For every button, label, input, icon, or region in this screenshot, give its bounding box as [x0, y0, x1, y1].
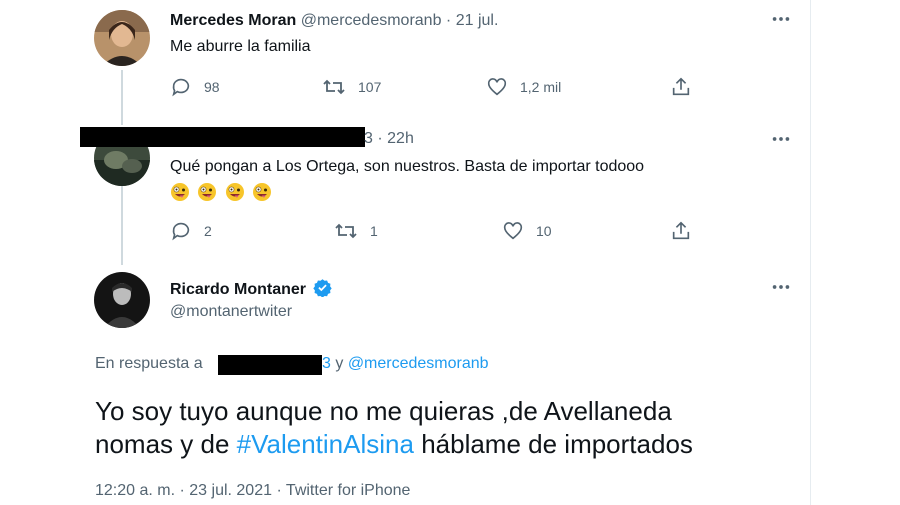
share-button[interactable]: [670, 220, 692, 242]
zany-face-emoji-icon: [197, 182, 217, 202]
handle-fragment: 3: [364, 130, 373, 147]
more-icon[interactable]: [770, 128, 792, 155]
more-icon[interactable]: [770, 276, 792, 303]
avatar-mercedes-moran[interactable]: [94, 10, 150, 66]
like-button[interactable]: 1,2 mil: [486, 76, 561, 98]
column-divider: [810, 0, 811, 505]
more-icon[interactable]: [770, 8, 792, 35]
mention-fragment[interactable]: 3: [322, 355, 331, 372]
reply-count: 98: [204, 79, 220, 95]
retweet-count: 1: [370, 223, 378, 239]
reply-icon: [170, 220, 192, 242]
tweet2-meta: 3 · 22h: [364, 130, 414, 148]
heart-icon: [502, 220, 524, 242]
hashtag-link[interactable]: #ValentinAlsina: [237, 429, 414, 459]
zany-face-emoji-icon: [225, 182, 245, 202]
like-count: 1,2 mil: [520, 79, 562, 95]
reply-button[interactable]: 98: [170, 76, 220, 98]
author-handle[interactable]: @montanertwiter: [170, 303, 292, 321]
tweet-date[interactable]: 21 jul.: [456, 12, 499, 29]
share-button[interactable]: [670, 76, 692, 98]
main-tweet-text-line1: Yo soy tuyo aunque no me quieras ,de Ave…: [95, 396, 672, 426]
main-tweet-text-line2: nomas y de #ValentinAlsina háblame de im…: [95, 428, 693, 461]
author-handle[interactable]: @mercedesmoranb: [301, 12, 442, 29]
separator-dot: ·: [445, 12, 452, 29]
tweet1-header: Mercedes Moran @mercedesmoranb · 21 jul.: [170, 12, 498, 30]
zany-face-emoji-icon: [252, 182, 272, 202]
zany-face-emoji-icon: [170, 182, 190, 202]
retweet-count: 107: [358, 79, 382, 95]
like-button[interactable]: 10: [502, 220, 552, 242]
redacted-mention: [218, 355, 322, 375]
reply-icon: [170, 76, 192, 98]
heart-icon: [486, 76, 508, 98]
redacted-name: [80, 127, 365, 147]
reply-context: En respuesta a: [95, 355, 203, 373]
verified-badge-icon: [313, 278, 333, 302]
tweet-time[interactable]: 22h: [387, 130, 414, 147]
tweet-text: Qué pongan a Los Ortega, son nuestros. B…: [170, 158, 645, 175]
retweet-button[interactable]: 1: [334, 220, 378, 242]
mention-link[interactable]: @mercedesmoranb: [348, 355, 489, 372]
reply-count: 2: [204, 223, 212, 239]
tweet-text: Me aburre la familia: [170, 38, 311, 55]
text-segment: nomas y de: [95, 429, 230, 459]
like-count: 10: [536, 223, 552, 239]
avatar-ricardo-montaner[interactable]: [94, 272, 150, 328]
retweet-icon: [334, 220, 358, 242]
text-segment: háblame de importados: [421, 429, 693, 459]
emoji-row: [170, 182, 275, 202]
retweet-button[interactable]: 107: [322, 76, 381, 98]
thread-line: [121, 185, 123, 265]
thread-line: [121, 70, 123, 125]
author-name[interactable]: Ricardo Montaner: [170, 281, 306, 298]
author-name[interactable]: Mercedes Moran: [170, 12, 296, 29]
separator-dot: ·: [377, 130, 383, 147]
reply-and: y: [335, 355, 344, 372]
main-author[interactable]: Ricardo Montaner: [170, 278, 333, 302]
tweet-timestamp[interactable]: 12:20 a. m. · 23 jul. 2021 · Twitter for…: [95, 482, 410, 500]
reply-context-tail: 3 y @mercedesmoranb: [322, 355, 489, 373]
reply-button[interactable]: 2: [170, 220, 212, 242]
share-icon: [670, 220, 692, 242]
reply-prefix: En respuesta a: [95, 355, 203, 372]
share-icon: [670, 76, 692, 98]
retweet-icon: [322, 76, 346, 98]
